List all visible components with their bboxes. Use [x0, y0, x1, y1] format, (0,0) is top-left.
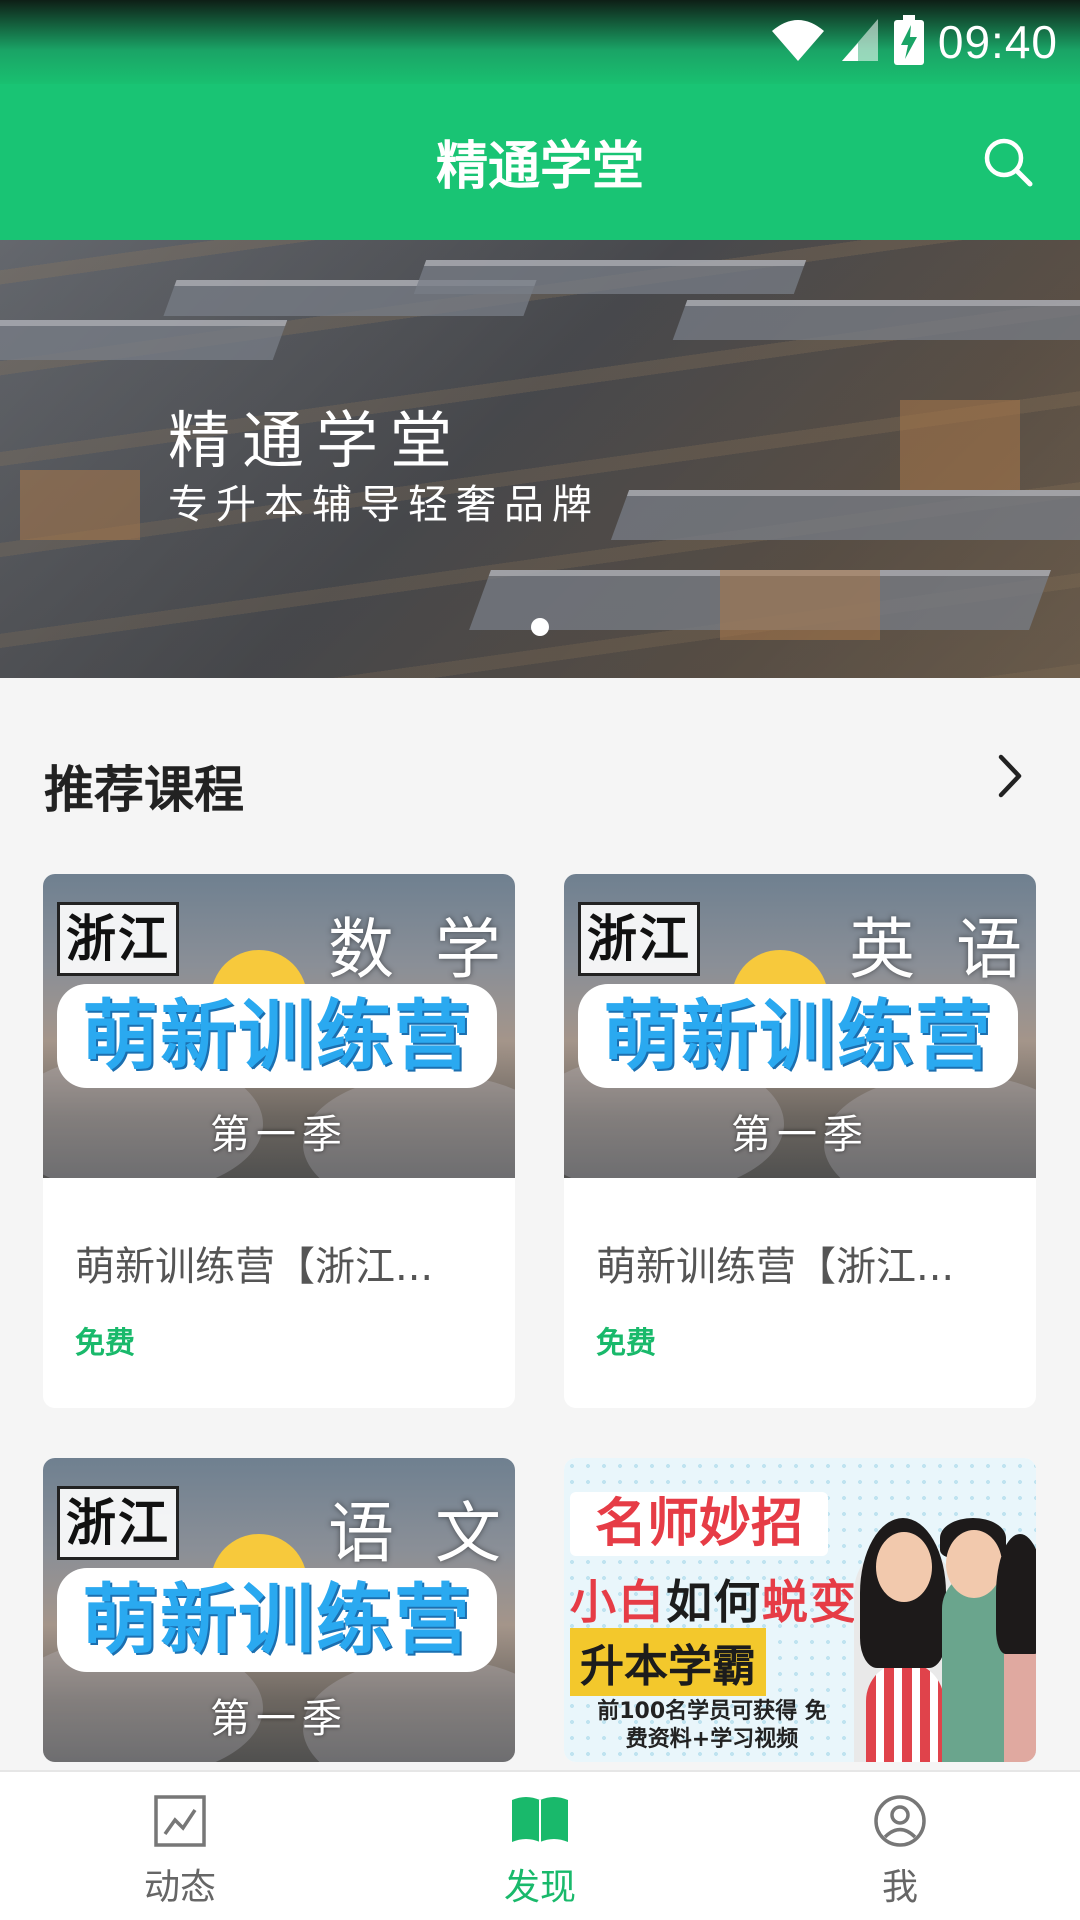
search-button[interactable] [972, 128, 1044, 200]
thumb-camp-name: 萌新训练营 [57, 984, 497, 1088]
section-title: 推荐课程 [44, 761, 244, 819]
course-title: 萌新训练营【浙江... [75, 1244, 434, 1290]
banner-chair [900, 400, 1020, 490]
course-price: 免费 [75, 1326, 135, 1361]
bottom-navigation: 动态 发现 我 [0, 1770, 1080, 1920]
search-icon [982, 136, 1034, 192]
banner-desk [672, 300, 1080, 340]
thumb-season: 第一季 [731, 1112, 869, 1158]
course-card[interactable]: 浙江 英 语 萌新训练营 第一季 萌新训练营【浙江... 免费 [564, 874, 1036, 1408]
banner-chair [720, 570, 880, 640]
carousel-indicator-dot [531, 618, 549, 636]
course-title: 萌新训练营【浙江... [596, 1244, 955, 1290]
thumb-subject: 数 学 [328, 911, 511, 988]
book-icon [510, 1794, 570, 1852]
thumb-region-tag: 浙江 [578, 902, 700, 976]
banner-carousel[interactable]: 精通学堂 专升本辅导轻奢品牌 [0, 240, 1080, 678]
nav-label: 动态 [143, 1867, 216, 1908]
thumb-season: 第一季 [210, 1696, 348, 1742]
banner-desk [413, 260, 807, 294]
teacher-shirt [866, 1662, 944, 1762]
course-card[interactable]: 名师妙招 小白如何蜕变 升本学霸 前100名学员可获得 免费资料+学习视频 [564, 1458, 1036, 1762]
promo-highlight: 蜕变 [762, 1575, 858, 1629]
banner-desk [610, 490, 1080, 540]
promo-line: 升本学霸 [570, 1628, 766, 1696]
course-thumbnail: 名师妙招 小白如何蜕变 升本学霸 前100名学员可获得 免费资料+学习视频 [564, 1458, 1036, 1762]
thumb-subject: 英 语 [849, 911, 1032, 988]
thumb-camp-name: 萌新训练营 [57, 1568, 497, 1672]
banner-title: 精通学堂 [168, 404, 465, 477]
status-bar: 09:40 [0, 0, 1080, 84]
app-title: 精通学堂 [435, 137, 644, 197]
profile-icon [873, 1794, 927, 1852]
nav-item-discover[interactable]: 发现 [360, 1772, 720, 1920]
chevron-right-icon [995, 753, 1025, 803]
app-bar: 精通学堂 [0, 84, 1080, 240]
wifi-icon [770, 17, 826, 67]
course-thumbnail: 浙江 语 文 萌新训练营 第一季 [43, 1458, 515, 1762]
thumb-camp-name: 萌新训练营 [578, 984, 1018, 1088]
nav-label: 发现 [503, 1867, 576, 1908]
banner-desk [0, 320, 288, 360]
battery-charging-icon [893, 15, 924, 69]
chart-icon [153, 1794, 207, 1852]
nav-label: 我 [881, 1867, 918, 1908]
nav-item-feed[interactable]: 动态 [0, 1772, 360, 1920]
thumb-region-tag: 浙江 [57, 1486, 179, 1560]
signal-icon [840, 17, 880, 67]
nav-item-profile[interactable]: 我 [720, 1772, 1080, 1920]
course-price: 免费 [596, 1326, 656, 1361]
teacher-hair [996, 1534, 1036, 1654]
promo-text: 如何 [666, 1575, 762, 1629]
teacher-face [946, 1530, 1002, 1598]
banner-chair [20, 470, 140, 540]
promo-note: 前100名学员可获得 免费资料+学习视频 [597, 1699, 827, 1752]
teacher-face [876, 1532, 932, 1602]
course-card[interactable]: 浙江 语 文 萌新训练营 第一季 [43, 1458, 515, 1762]
see-more-button[interactable] [980, 748, 1040, 808]
promo-headline: 名师妙招 [570, 1492, 828, 1556]
thumb-season: 第一季 [210, 1112, 348, 1158]
thumb-subject: 语 文 [328, 1495, 511, 1572]
status-time: 09:40 [937, 16, 1058, 68]
promo-line: 小白如何蜕变 [570, 1566, 858, 1632]
course-thumbnail: 浙江 数 学 萌新训练营 第一季 [43, 874, 515, 1178]
banner-subtitle: 专升本辅导轻奢品牌 [168, 482, 600, 528]
thumb-region-tag: 浙江 [57, 902, 179, 976]
course-thumbnail: 浙江 英 语 萌新训练营 第一季 [564, 874, 1036, 1178]
recommended-courses-header: 推荐课程 [0, 678, 1080, 878]
course-card[interactable]: 浙江 数 学 萌新训练营 第一季 萌新训练营【浙江... 免费 [43, 874, 515, 1408]
promo-highlight: 小白 [570, 1575, 666, 1629]
